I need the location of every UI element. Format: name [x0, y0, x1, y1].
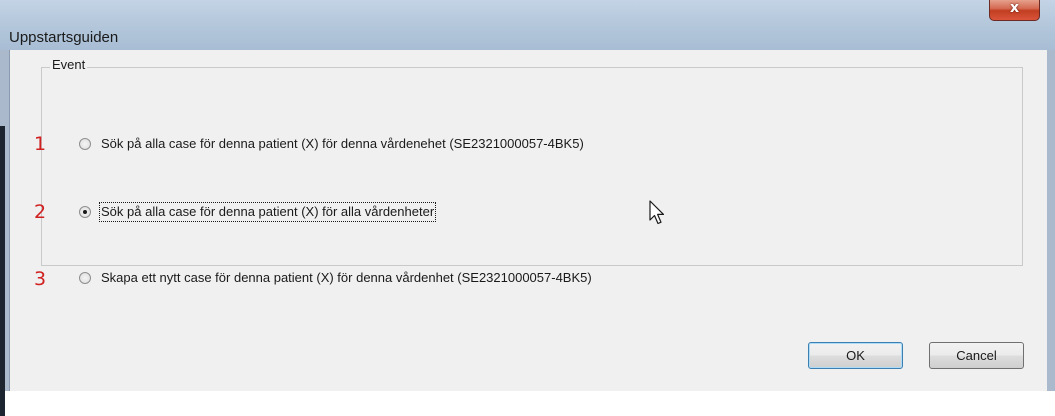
- cancel-button[interactable]: Cancel: [929, 342, 1024, 369]
- ok-button[interactable]: OK: [808, 342, 903, 369]
- radio-option-1[interactable]: [79, 138, 91, 150]
- right-window-edge: [1047, 50, 1055, 391]
- event-groupbox: [41, 67, 1023, 266]
- close-icon: x: [1009, 0, 1020, 16]
- annotation-number-1: 1: [34, 133, 47, 155]
- mouse-pointer-icon: [649, 200, 665, 225]
- title-bar[interactable]: Uppstartsguiden x: [0, 0, 1055, 50]
- radio-option-3[interactable]: [79, 272, 91, 284]
- left-window-edge: [0, 50, 9, 416]
- close-button[interactable]: x: [989, 0, 1040, 21]
- radio-label-option-2[interactable]: Sök på alla case för denna patient (X) f…: [98, 202, 437, 222]
- dialog-window: Uppstartsguiden x Event 1 Sök på alla ca…: [0, 0, 1055, 416]
- annotation-number-3: 3: [34, 268, 47, 290]
- annotation-number-2: 2: [34, 201, 47, 223]
- window-title: Uppstartsguiden: [9, 29, 119, 46]
- radio-label-option-3[interactable]: Skapa ett nytt case för denna patient (X…: [101, 270, 592, 286]
- radio-option-2[interactable]: [79, 206, 91, 218]
- radio-label-option-1[interactable]: Sök på alla case för denna patient (X) f…: [101, 136, 584, 152]
- groupbox-label: Event: [50, 57, 88, 72]
